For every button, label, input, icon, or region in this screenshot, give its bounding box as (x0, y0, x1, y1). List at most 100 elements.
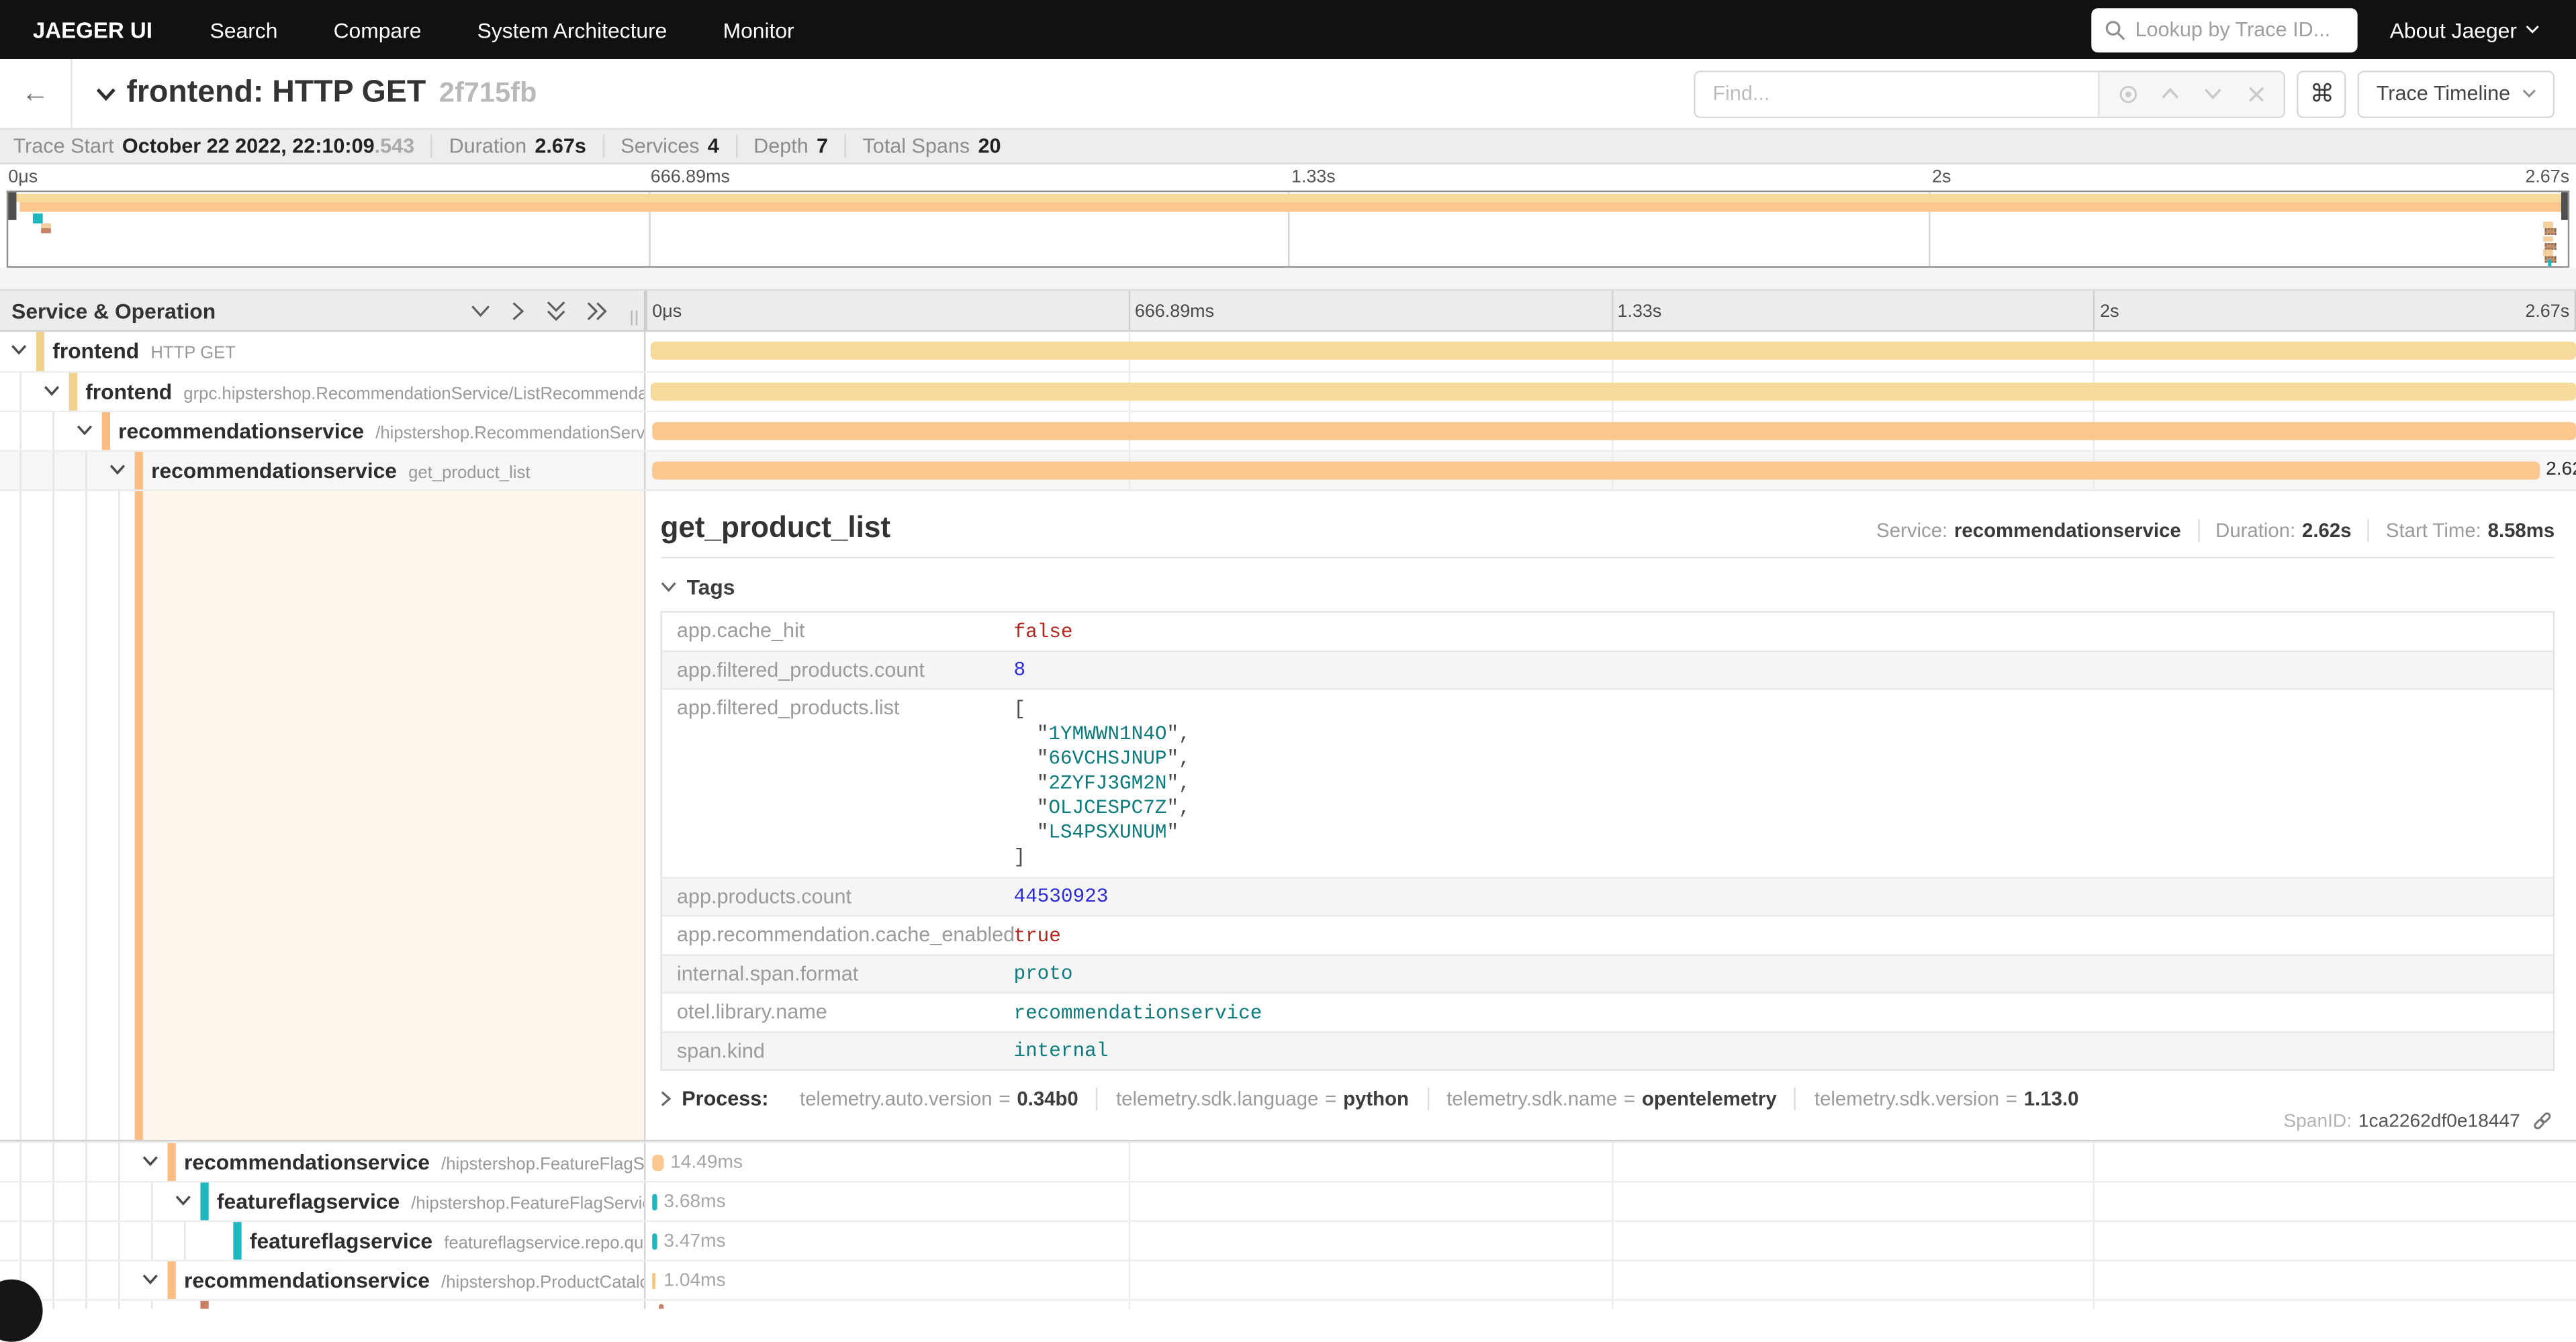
trace-view-select[interactable]: Trace Timeline (2358, 70, 2555, 117)
process-section[interactable]: Process: telemetry.auto.version=0.34b0 t… (660, 1088, 2555, 1110)
detail-duration: Duration:2.62s (2197, 519, 2351, 542)
service-color-bar (135, 491, 142, 1139)
focus-match-icon[interactable] (2110, 76, 2146, 112)
span-bar[interactable] (651, 342, 2576, 360)
span-timeline-cell[interactable]: 14.49ms (645, 1143, 2576, 1181)
span-bar[interactable] (652, 461, 2539, 479)
tag-row[interactable]: app.cache_hit false (662, 613, 2553, 650)
span-row-frontend-httpget[interactable]: frontendHTTP GET (0, 332, 2576, 371)
chevron-down-icon[interactable] (10, 343, 28, 356)
total-spans-value: 20 (978, 135, 1001, 158)
tag-row[interactable]: app.products.count 44530923 (662, 876, 2553, 914)
services-value: 4 (708, 135, 719, 158)
tag-row[interactable]: app.recommendation.cache_enabled true (662, 915, 2553, 953)
tag-value: 44530923 (999, 878, 1108, 915)
chevron-down-icon[interactable] (108, 463, 126, 477)
trace-id-lookup-input[interactable] (2135, 18, 2344, 41)
tag-value: recommendationservice (999, 994, 1262, 1031)
nav-item-system-architecture[interactable]: System Architecture (449, 17, 695, 42)
trace-id-lookup[interactable] (2090, 7, 2356, 52)
tag-row[interactable]: span.kind internal (662, 1031, 2553, 1069)
chevron-down-icon[interactable] (141, 1155, 159, 1168)
minimap-left-scrubber[interactable] (8, 192, 15, 220)
chevron-down-icon[interactable] (43, 384, 61, 397)
back-button[interactable]: ← (0, 59, 73, 128)
nav-item-search[interactable]: Search (182, 17, 306, 42)
tag-row[interactable]: otel.library.name recommendationservice (662, 992, 2553, 1031)
minimap-tick-0: 0μs (8, 168, 38, 187)
span-tree-entry[interactable]: featureflagservicefeatureflagservice.rep… (0, 1222, 645, 1259)
chevron-down-icon[interactable] (174, 1194, 192, 1208)
expand-all-icon[interactable] (586, 299, 608, 321)
jaeger-logo[interactable]: JAEGER UI (0, 17, 182, 42)
nav-item-monitor[interactable]: Monitor (695, 17, 822, 42)
span-tree-entry[interactable]: recommendationserviceget_product_list (0, 452, 645, 489)
span-bar[interactable] (652, 422, 2576, 440)
chevron-down-icon (2525, 25, 2540, 35)
minimap-tick-4: 2.67s (2525, 168, 2569, 187)
span-row-recommendation-listrec[interactable]: recommendationservice/hipstershop.Recomm… (0, 411, 2576, 450)
chevron-down-icon[interactable] (76, 424, 94, 437)
span-bar[interactable] (652, 1233, 656, 1249)
timeline-grid-header: Service & Operation (0, 289, 2576, 332)
span-bar[interactable] (651, 383, 2576, 401)
span-tree-entry[interactable]: recommendationservice/hipstershop.Featur… (0, 1143, 645, 1181)
span-row-rec-featureflagservice[interactable]: recommendationservice/hipstershop.Featur… (0, 1141, 2576, 1181)
find-input[interactable] (1696, 71, 2099, 115)
search-icon (2104, 19, 2125, 40)
span-tree-entry[interactable]: recommendationservice/hipstershop.Recomm… (0, 412, 645, 450)
column-resizer-handle[interactable] (631, 310, 637, 325)
span-bar[interactable] (652, 1194, 656, 1210)
span-row-featureflag-repo-query[interactable]: featureflagservicefeatureflagservice.rep… (0, 1220, 2576, 1260)
timeline-tick-2: 1.33s (1618, 302, 1662, 322)
clear-find-icon[interactable] (2238, 76, 2274, 112)
tag-row[interactable]: app.filtered_products.list [ "1YMWWN1N4O… (662, 688, 2553, 876)
span-timeline-cell[interactable] (645, 412, 2576, 450)
about-jaeger-label: About Jaeger (2390, 17, 2517, 42)
collapse-one-icon[interactable] (470, 303, 492, 318)
span-tree-entry[interactable]: frontendHTTP GET (0, 332, 645, 371)
span-tree-entry[interactable]: frontendgrpc.hipstershop.RecommendationS… (0, 373, 645, 410)
span-row-get-product-list[interactable]: recommendationserviceget_product_list 2.… (0, 450, 2576, 489)
prev-match-icon[interactable] (2153, 76, 2189, 112)
span-timeline-cell[interactable]: 2.62s (645, 452, 2576, 489)
span-timeline-cell[interactable] (645, 332, 2576, 371)
deep-link-icon[interactable] (2532, 1110, 2553, 1132)
collapse-all-icon[interactable] (545, 299, 567, 321)
tags-section-toggle[interactable]: Tags (660, 575, 2555, 600)
service-color-bar (69, 373, 77, 410)
chevron-right-icon (660, 1090, 672, 1106)
span-row-rec-productcatalog[interactable]: recommendationservice/hipstershop.Produc… (0, 1259, 2576, 1299)
minimap-right-scrubber[interactable] (2561, 192, 2568, 220)
span-tree-entry[interactable]: recommendationservice/hipstershop.Produc… (0, 1261, 645, 1299)
span-bar[interactable] (652, 1273, 655, 1289)
minimap-tick-2: 1.33s (1291, 168, 1336, 187)
top-nav-right: About Jaeger (2090, 7, 2556, 52)
span-timeline-cell[interactable]: 3.68ms (645, 1182, 2576, 1220)
keyboard-shortcuts-button[interactable]: ⌘ (2297, 70, 2346, 117)
span-timeline-cell[interactable]: 1.04ms (645, 1261, 2576, 1299)
minimap-canvas[interactable] (7, 191, 2569, 268)
span-timeline-cell[interactable]: 3.47ms (645, 1222, 2576, 1259)
expand-one-icon[interactable] (511, 299, 526, 321)
tag-row[interactable]: internal.span.format proto (662, 953, 2553, 992)
tag-value: internal (999, 1033, 1108, 1069)
nav-item-compare[interactable]: Compare (306, 17, 449, 42)
span-row-featureflag-getflag[interactable]: featureflagservice/hipstershop.FeatureFl… (0, 1181, 2576, 1220)
span-timeline-cell[interactable] (645, 373, 2576, 410)
tick-line (645, 291, 647, 330)
collapse-trace-chevron-icon[interactable] (95, 86, 117, 101)
chevron-down-icon[interactable] (141, 1273, 159, 1286)
next-match-icon[interactable] (2196, 76, 2232, 112)
span-tree-entry[interactable]: featureflagservice/hipstershop.FeatureFl… (0, 1182, 645, 1220)
span-bar[interactable] (659, 1304, 663, 1308)
timeline-tick-1: 666.89ms (1135, 302, 1214, 322)
service-name: recommendationservice/hipstershop.Produc… (184, 1268, 645, 1293)
chevron-down-icon (660, 581, 676, 593)
span-row-frontend-listrecommendations[interactable]: frontendgrpc.hipstershop.RecommendationS… (0, 371, 2576, 411)
tag-value: proto (999, 955, 1072, 992)
span-bar[interactable] (652, 1155, 663, 1171)
about-jaeger-menu[interactable]: About Jaeger (2390, 17, 2540, 42)
service-operation-header: Service & Operation (0, 291, 645, 330)
tag-row[interactable]: app.filtered_products.count 8 (662, 650, 2553, 688)
